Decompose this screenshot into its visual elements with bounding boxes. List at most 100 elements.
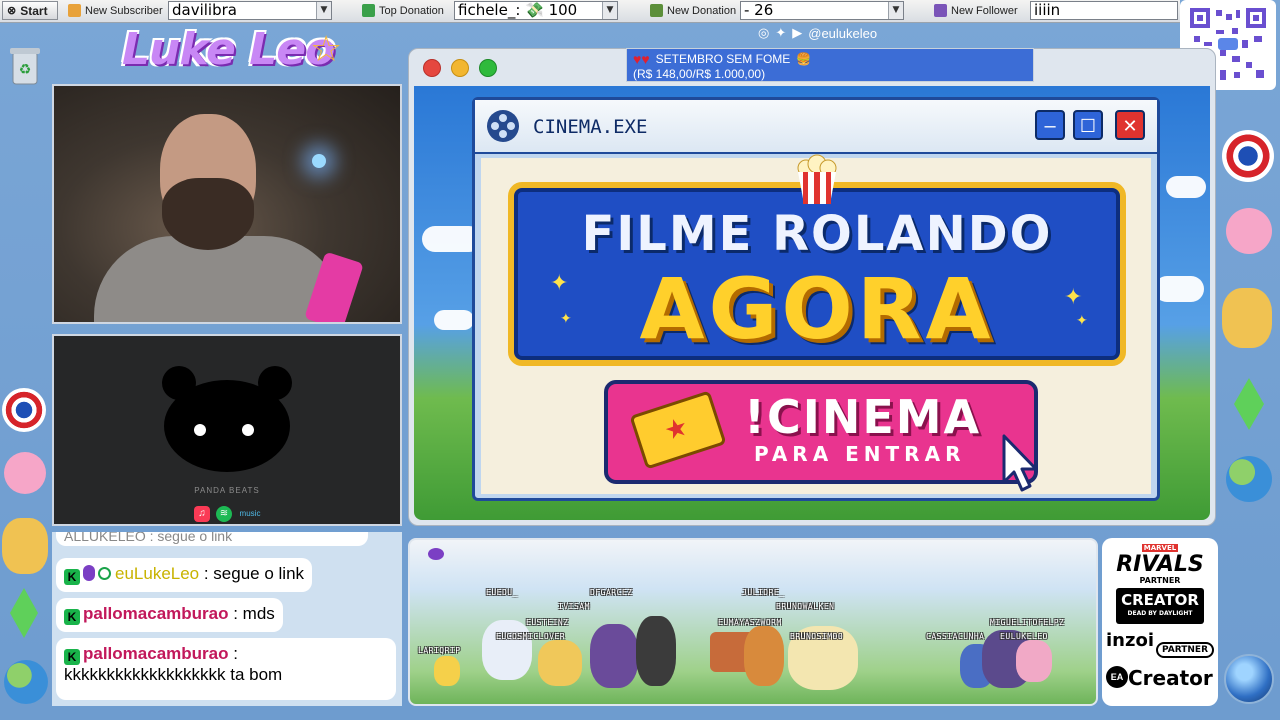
pokemon-sprite bbox=[636, 616, 676, 686]
sims-plumbob-icon bbox=[1234, 378, 1264, 430]
film-reel-icon bbox=[487, 110, 519, 142]
new-subscriber-label: New Subscriber bbox=[64, 1, 167, 20]
social-links: ◎ ✦ ▶ @eulukeleo bbox=[758, 25, 877, 41]
rivals-partner-label: PARTNER bbox=[1139, 576, 1181, 585]
pokemon-sprite bbox=[434, 656, 460, 686]
pokemon-sprite bbox=[590, 624, 638, 688]
chat-username[interactable]: pallomacamburao bbox=[83, 644, 229, 663]
marvel-logo: MARVEL bbox=[1141, 544, 1179, 552]
viewer-name: BRUNOSIM00 bbox=[790, 632, 844, 641]
sparkle-icon: ✦ bbox=[1076, 312, 1088, 328]
captain-america-shield-icon bbox=[2, 388, 46, 432]
pokemon-sprite bbox=[1016, 640, 1052, 682]
chat-message-partial: ALLUKELEO : segue o link bbox=[56, 532, 368, 546]
heart-icon: ♥♥ bbox=[633, 51, 650, 67]
viewer-name: BRUNOWALKEN bbox=[776, 602, 835, 611]
cta-command: !CINEMA bbox=[744, 390, 982, 444]
close-button[interactable]: ✕ bbox=[1115, 110, 1145, 140]
kick-badge-icon: K bbox=[64, 649, 80, 665]
close-dot[interactable] bbox=[423, 59, 441, 77]
new-subscriber-field[interactable]: davilibra ▼ bbox=[168, 1, 332, 20]
viewer-name: IVISAM bbox=[558, 602, 590, 611]
pokemon-sprite bbox=[538, 640, 582, 686]
chevron-down-icon[interactable]: ▼ bbox=[316, 2, 331, 19]
star-icon: ★ bbox=[660, 410, 692, 447]
maximize-button[interactable]: ☐ bbox=[1073, 110, 1103, 140]
youtube-icon[interactable]: ▶ bbox=[792, 25, 802, 41]
new-follower-field[interactable]: iiiin bbox=[1030, 1, 1178, 20]
chevron-down-icon[interactable]: ▼ bbox=[888, 2, 903, 19]
panda-eye-right bbox=[242, 424, 254, 436]
sparkle-icon: ✦ bbox=[1064, 284, 1083, 309]
verified-badge-icon bbox=[98, 567, 111, 580]
svg-text:♻: ♻ bbox=[19, 61, 32, 77]
pokemon-overlay: EUEDU_ DFGARCEZ JULIDRE_ IVISAM BRUNOWAL… bbox=[408, 538, 1098, 706]
chevron-down-icon[interactable]: ▼ bbox=[602, 2, 617, 19]
start-icon: ⊗ bbox=[7, 5, 17, 17]
blonde-avatar-icon bbox=[1222, 288, 1272, 348]
sparkle-icon: ✦ bbox=[550, 270, 569, 295]
taskbar: ⊗ Start New Subscriber davilibra ▼ Top D… bbox=[0, 0, 1180, 23]
cloud bbox=[1154, 276, 1204, 302]
instagram-icon[interactable]: ◎ bbox=[758, 25, 769, 41]
chat-username[interactable]: pallomacamburao bbox=[83, 604, 229, 623]
panda-eye-left bbox=[194, 424, 206, 436]
mic-badge-icon bbox=[83, 565, 95, 581]
start-button[interactable]: ⊗ Start bbox=[2, 1, 58, 20]
top-donation-label: Top Donation bbox=[358, 1, 448, 20]
cta-subtitle: PARA ENTRAR bbox=[754, 442, 966, 466]
cursor-icon bbox=[1000, 434, 1040, 499]
chat-message: KeuLukeLeo : segue o link bbox=[56, 558, 313, 592]
ea-creator-label: Creator bbox=[1128, 666, 1213, 690]
goal-progress: (R$ 148,00/R$ 1.000,00) bbox=[633, 67, 766, 81]
star-icon: ☆ bbox=[310, 28, 343, 69]
viewer-name: JULIDRE_ bbox=[742, 588, 785, 597]
chat-text: : mds bbox=[228, 604, 275, 623]
chat-text: : bbox=[228, 644, 238, 663]
recycle-bin-icon[interactable]: ♻ bbox=[6, 44, 44, 86]
inzoi-partner-badge: PARTNER bbox=[1156, 642, 1214, 658]
pokemon-sprite bbox=[744, 626, 784, 686]
streamer-beard bbox=[162, 178, 254, 250]
viewer-name: MIGUELITOFELPZ bbox=[990, 618, 1065, 627]
viewer-name: DFGARCEZ bbox=[590, 588, 633, 597]
zoom-dot[interactable] bbox=[479, 59, 497, 77]
donation-goal-banner: ♥♥ SETEMBRO SEM FOME 🍔 (R$ 148,00/R$ 1.0… bbox=[626, 48, 1034, 82]
chat-bubble-icon bbox=[428, 548, 444, 560]
msn-icon bbox=[1226, 456, 1272, 502]
chat-message: Kpallomacamburao : kkkkkkkkkkkkkkkkkkk t… bbox=[56, 638, 396, 700]
social-handle: @eulukeleo bbox=[808, 25, 878, 41]
popcorn-icon bbox=[790, 154, 844, 206]
music-label: PANDA BEATS bbox=[194, 486, 260, 495]
subscriber-icon bbox=[68, 4, 81, 17]
viewer-name: LARIQRIP bbox=[418, 646, 461, 655]
chat-text: : segue o link bbox=[199, 564, 305, 583]
viewer-name: CASSIACUNHA bbox=[926, 632, 985, 641]
twitter-icon[interactable]: ✦ bbox=[775, 25, 786, 41]
viewer-name: EULUKELEO bbox=[1000, 632, 1048, 641]
new-donation-label: New Donation bbox=[646, 1, 740, 20]
blonde-avatar-icon bbox=[2, 518, 48, 574]
windows-start-orb-icon[interactable] bbox=[1224, 654, 1274, 704]
chat-username[interactable]: euLukeLeo bbox=[115, 564, 199, 583]
jigglypuff-icon bbox=[1226, 208, 1272, 254]
follower-icon bbox=[934, 4, 947, 17]
dbd-label: DEAD BY DAYLIGHT bbox=[1127, 610, 1193, 617]
sparkle-icon: ✦ bbox=[560, 310, 572, 326]
now-playing-marquee: FILME ROLANDO AGORA bbox=[508, 182, 1126, 366]
minimize-button[interactable]: – bbox=[1035, 110, 1065, 140]
top-donation-field[interactable]: fichele_: 💸 100 ▼ bbox=[454, 1, 618, 20]
rivals-logo: RIVALS bbox=[1116, 552, 1204, 577]
cinema-command-button[interactable]: ★ !CINEMA PARA ENTRAR bbox=[604, 380, 1038, 484]
apple-music-icon[interactable]: ♫ bbox=[194, 506, 210, 522]
webcam-feed bbox=[52, 84, 402, 324]
streaming-links: ♫ ≋ music bbox=[194, 506, 262, 522]
creator-label: CREATOR bbox=[1121, 591, 1199, 609]
minimize-dot[interactable] bbox=[451, 59, 469, 77]
new-donation-field[interactable]: - 26 ▼ bbox=[740, 1, 904, 20]
marquee-line1: FILME ROLANDO bbox=[581, 206, 1053, 262]
amazon-music-icon[interactable]: music bbox=[238, 506, 262, 522]
music-panel: PANDA BEATS ♫ ≋ music bbox=[52, 334, 402, 526]
spotify-icon[interactable]: ≋ bbox=[216, 506, 232, 522]
ticket-icon: ★ bbox=[629, 390, 727, 470]
